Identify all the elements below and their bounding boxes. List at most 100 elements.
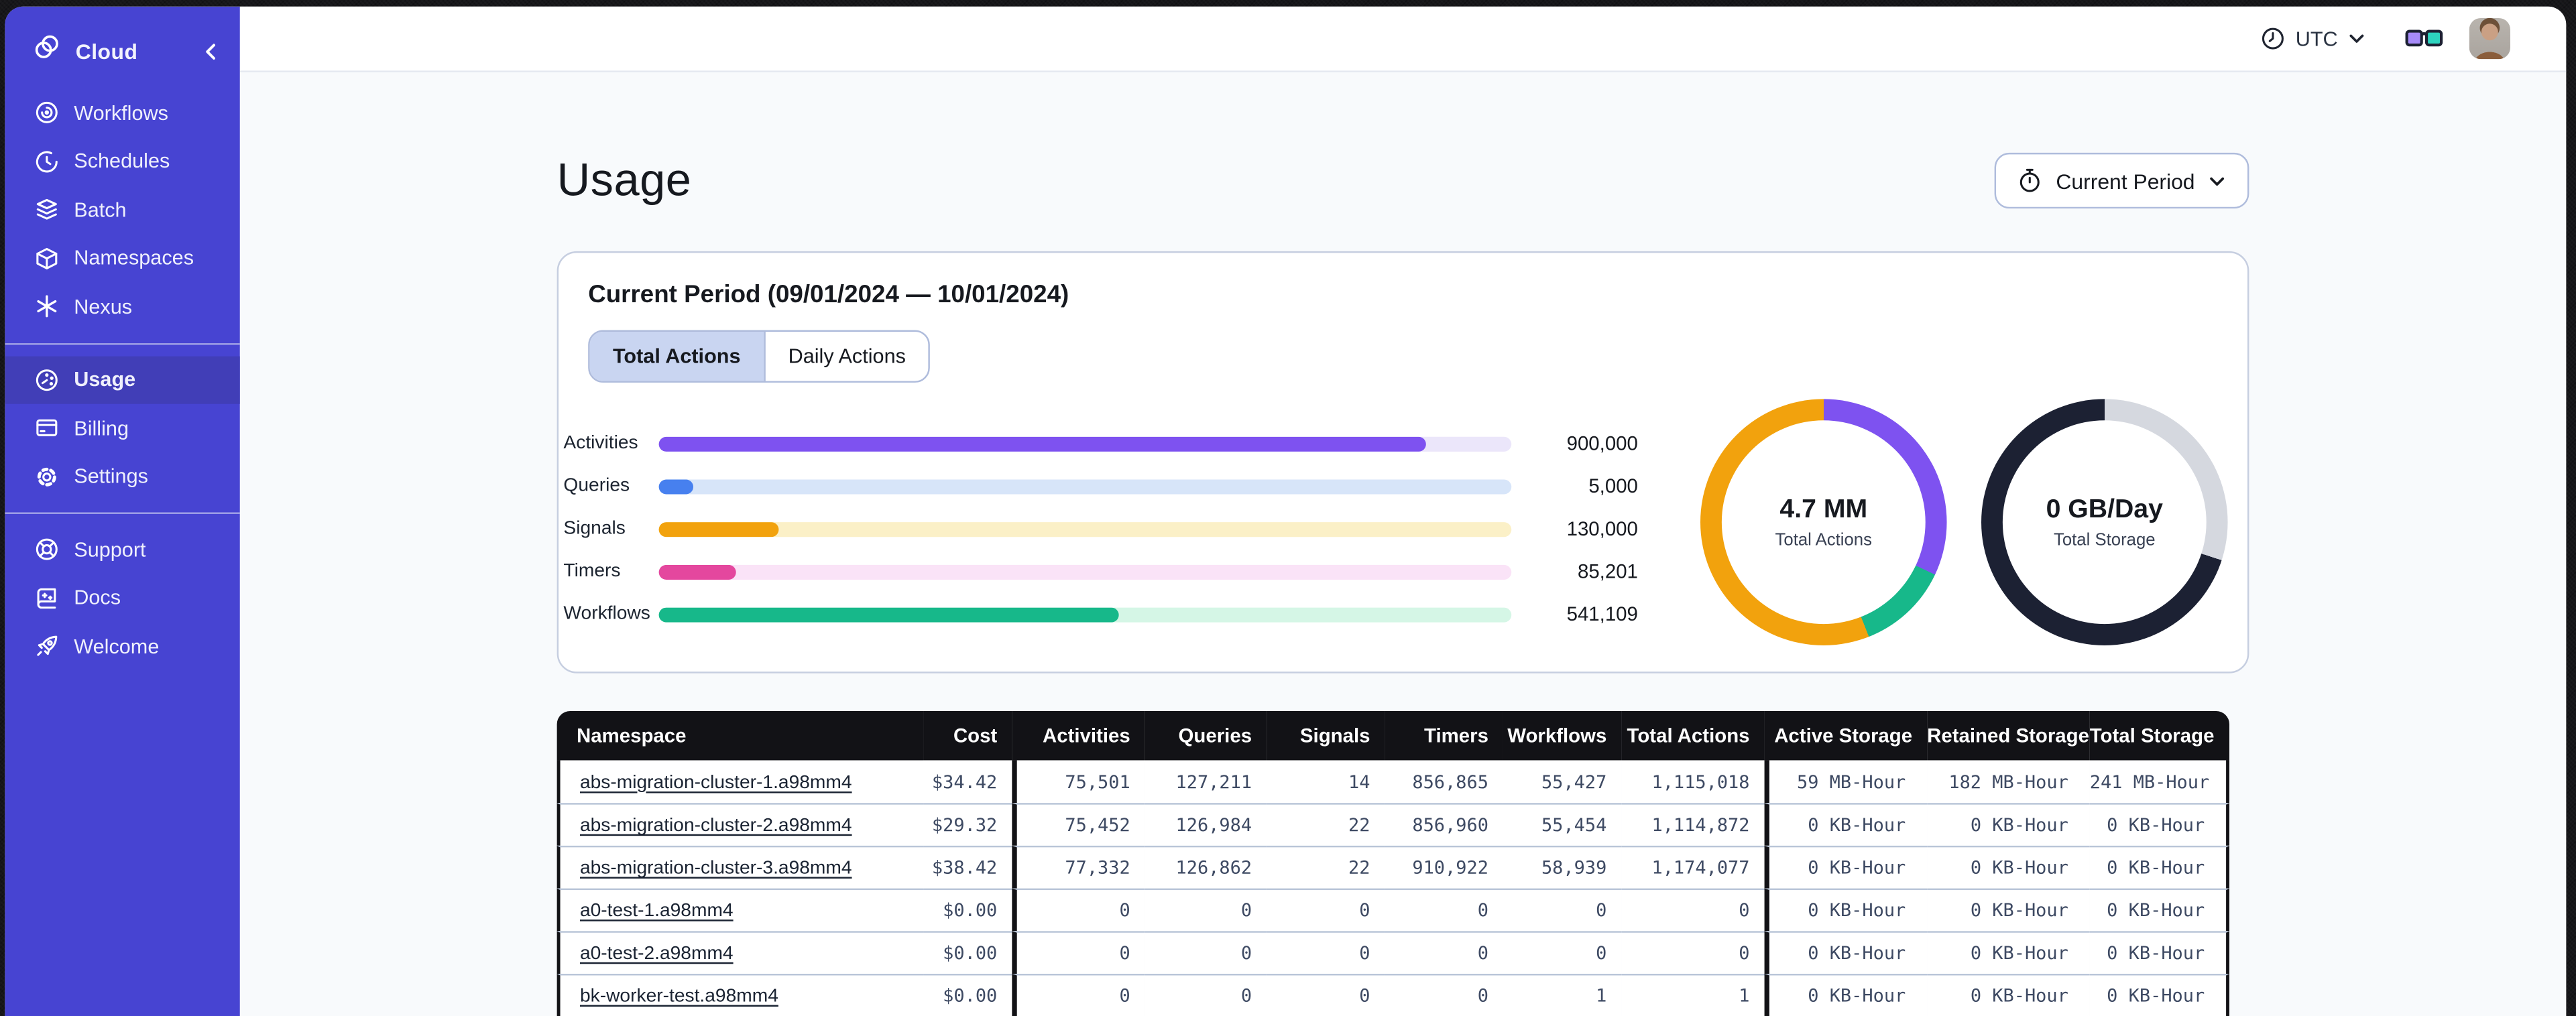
sidebar-item-label: Nexus [74, 295, 133, 318]
bar-track [658, 521, 1512, 537]
sidebar: Cloud Workflows Schedules Batch Namespac… [5, 6, 240, 1016]
cell-name: abs-migration-cluster-3.a98mm4 [557, 845, 924, 889]
sidebar-item-usage[interactable]: Usage [5, 355, 240, 404]
cell-retained_storage: 182 MB-Hour [1927, 760, 2090, 804]
chevron-down-icon [2210, 176, 2225, 185]
sidebar-item-schedules[interactable]: Schedules [5, 137, 239, 186]
sidebar-nav-support: Support Docs Welcome [5, 525, 239, 671]
column-header: Activities [1012, 710, 1145, 761]
sidebar-nav-account: Usage Billing Settings [5, 355, 240, 501]
cell-total_actions: 1,114,872 [1621, 803, 1765, 846]
cell-signals: 0 [1267, 974, 1385, 1016]
table-row: abs-migration-cluster-2.a98mm4 $29.32 75,4… [557, 803, 2229, 846]
table-row: a0-test-1.a98mm4 $0.00 0 0 0 0 0 0 0 KB-Hour 0 KB… [557, 888, 2229, 932]
tab-daily-actions[interactable]: Daily Actions [763, 331, 929, 381]
namespace-link[interactable]: a0-test-1.a98mm4 [580, 901, 734, 921]
donut-charts: 4.7 MM Total Actions 0 GB/Day Total Stor… [1700, 399, 2228, 645]
donut-label: Total Storage [2053, 529, 2156, 550]
sidebar-item-settings[interactable]: Settings [5, 452, 239, 501]
cell-retained_storage: 0 KB-Hour [1927, 845, 2090, 889]
usage-summary-card: Current Period (09/01/2024 — 10/01/2024)… [557, 251, 2249, 674]
cell-name: bk-worker-test.a98mm4 [557, 974, 924, 1016]
namespace-link[interactable]: abs-migration-cluster-3.a98mm4 [580, 859, 852, 878]
total-actions-donut: 4.7 MM Total Actions [1700, 399, 1947, 645]
namespace-link[interactable]: abs-migration-cluster-2.a98mm4 [580, 816, 852, 836]
sidebar-item-namespaces[interactable]: Namespaces [5, 234, 239, 282]
sidebar-item-label: Workflows [74, 101, 168, 125]
sidebar-item-label: Docs [74, 586, 121, 610]
cell-total_storage: 0 KB-Hour [2089, 845, 2229, 889]
docs-book-icon [33, 585, 59, 611]
namespace-link[interactable]: bk-worker-test.a98mm4 [580, 987, 778, 1007]
sidebar-item-billing[interactable]: Billing [5, 404, 239, 452]
bar-label: Signals [563, 519, 626, 539]
column-header: Total Actions [1621, 710, 1765, 761]
table-row: abs-migration-cluster-3.a98mm4 $38.42 77,3… [557, 845, 2229, 889]
cell-timers: 856,865 [1385, 760, 1503, 804]
cell-cost: $0.00 [923, 931, 1012, 974]
settings-gear-icon [33, 464, 59, 490]
table-row: a0-test-2.a98mm4 $0.00 0 0 0 0 0 0 0 KB-Hour 0 KB… [557, 931, 2229, 974]
donut-label: Total Actions [1775, 529, 1872, 550]
cell-name: abs-migration-cluster-2.a98mm4 [557, 803, 924, 846]
cell-queries: 0 [1145, 931, 1267, 974]
period-heading: Current Period (09/01/2024 — 10/01/2024) [588, 280, 1069, 309]
sidebar-item-docs[interactable]: Docs [5, 574, 239, 622]
bar-row: Queries 5,000 [563, 464, 1643, 507]
column-header: Total Storage [2089, 710, 2229, 761]
bar-track [658, 479, 1512, 494]
sidebar-divider [5, 512, 240, 514]
cell-activities: 77,332 [1012, 845, 1145, 889]
bar-row: Activities 900,000 [563, 422, 1643, 465]
sidebar-brand[interactable]: Cloud [5, 21, 239, 80]
tab-total-actions[interactable]: Total Actions [589, 331, 764, 381]
sidebar-item-support[interactable]: Support [5, 525, 239, 574]
bar-value: 900,000 [1566, 432, 1638, 455]
stage: Cloud Workflows Schedules Batch Namespac… [0, 0, 2576, 1016]
cell-timers: 910,922 [1385, 845, 1503, 889]
app-window: Cloud Workflows Schedules Batch Namespac… [5, 6, 2567, 1016]
sidebar-item-label: Namespaces [74, 247, 194, 270]
sidebar-collapse-button[interactable] [202, 42, 220, 60]
bar-row: Timers 85,201 [563, 550, 1643, 593]
user-menu[interactable] [2469, 17, 2540, 60]
cell-workflows: 55,454 [1503, 803, 1622, 846]
sidebar-item-label: Support [74, 538, 146, 562]
cell-queries: 126,862 [1145, 845, 1267, 889]
chevron-down-icon [2349, 34, 2364, 43]
workflows-icon [33, 100, 59, 126]
cell-workflows: 55,427 [1503, 760, 1622, 804]
cell-retained_storage: 0 KB-Hour [1927, 803, 2090, 846]
actions-tabs: Total Actions Daily Actions [588, 330, 931, 383]
bar-label: Workflows [563, 604, 650, 625]
cell-name: a0-test-2.a98mm4 [557, 931, 924, 974]
sidebar-item-label: Usage [74, 368, 136, 391]
period-select-label: Current Period [2056, 168, 2195, 193]
cell-workflows: 58,939 [1503, 845, 1622, 889]
sidebar-item-batch[interactable]: Batch [5, 186, 239, 234]
welcome-rocket-icon [33, 633, 59, 659]
sidebar-item-workflows[interactable]: Workflows [5, 88, 239, 137]
timezone-selector[interactable]: UTC [2261, 26, 2365, 51]
namespace-link[interactable]: abs-migration-cluster-1.a98mm4 [580, 773, 852, 792]
user-avatar [2469, 17, 2510, 60]
support-lifebuoy-icon [33, 537, 59, 563]
cell-activities: 0 [1012, 974, 1145, 1016]
labs-glasses-toggle[interactable] [2405, 26, 2443, 51]
cell-total_actions: 1,115,018 [1621, 760, 1765, 804]
cell-timers: 0 [1385, 974, 1503, 1016]
cell-active_storage: 0 KB-Hour [1764, 888, 1928, 932]
column-header: Active Storage [1764, 710, 1928, 761]
cell-total_actions: 0 [1621, 931, 1765, 974]
namespaces-cube-icon [33, 245, 59, 271]
bar-row: Workflows 541,109 [563, 593, 1643, 636]
cell-retained_storage: 0 KB-Hour [1927, 888, 2090, 932]
period-select-button[interactable]: Current Period [1995, 152, 2249, 209]
column-header: Retained Storage [1927, 710, 2090, 761]
cell-workflows: 1 [1503, 974, 1622, 1016]
sidebar-item-nexus[interactable]: Nexus [5, 282, 239, 330]
main-column: UTC Usage Current Period Current Period … [239, 6, 2567, 1016]
sidebar-item-welcome[interactable]: Welcome [5, 623, 239, 671]
namespace-link[interactable]: a0-test-2.a98mm4 [580, 944, 734, 964]
bar-value: 130,000 [1566, 517, 1638, 541]
